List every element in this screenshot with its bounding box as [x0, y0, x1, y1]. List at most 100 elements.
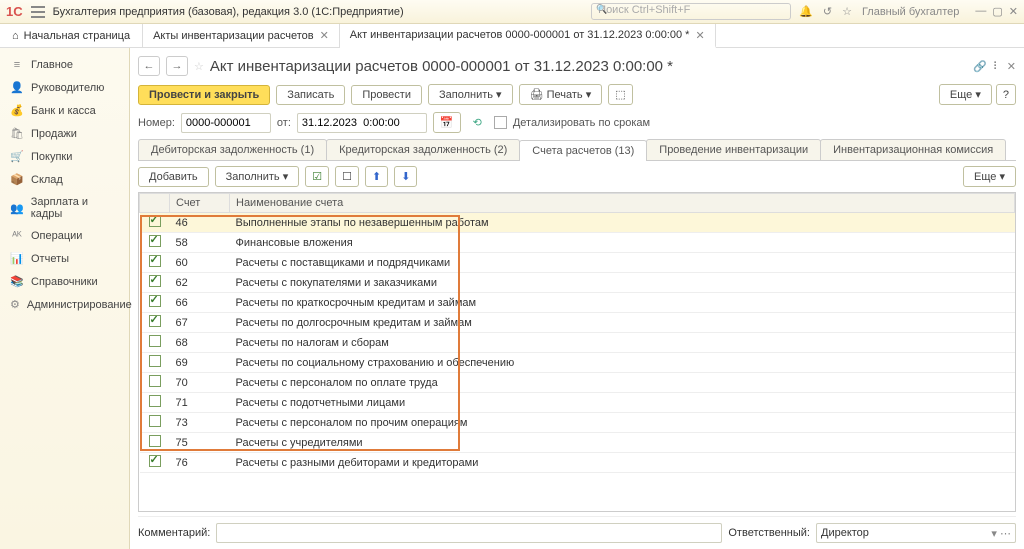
table-row[interactable]: 60 Расчеты с поставщиками и подрядчиками — [140, 253, 1015, 273]
calendar-icon[interactable]: 📅 — [433, 112, 461, 133]
inner-tab[interactable]: Проведение инвентаризации — [646, 139, 821, 160]
more-button[interactable]: Еще ▾ — [939, 84, 992, 105]
maximize-icon[interactable]: ▢ — [992, 5, 1002, 18]
row-checkbox[interactable] — [149, 375, 161, 387]
row-checkbox[interactable] — [149, 355, 161, 367]
detail-checkbox[interactable] — [494, 116, 507, 129]
table-row[interactable]: 76 Расчеты с разными дебиторами и кредит… — [140, 453, 1015, 473]
doc-tab[interactable]: Акты инвентаризации расчетов✕ — [143, 24, 340, 47]
extra-button[interactable]: ⬚ — [608, 84, 632, 105]
sidebar-icon: 📚 — [10, 275, 24, 288]
row-checkbox[interactable] — [149, 415, 161, 427]
table-row[interactable]: 62 Расчеты с покупателями и заказчиками — [140, 273, 1015, 293]
row-checkbox[interactable] — [149, 275, 161, 287]
table-row[interactable]: 69 Расчеты по социальному страхованию и … — [140, 353, 1015, 373]
row-checkbox[interactable] — [149, 235, 161, 247]
comment-label: Комментарий: — [138, 527, 210, 539]
print-button[interactable]: 🖨 Печать ▾ — [519, 84, 603, 105]
nav-back[interactable]: ← — [138, 56, 160, 76]
sidebar-item[interactable]: ≡Главное — [0, 54, 129, 76]
table-row[interactable]: 68 Расчеты по налогам и сборам — [140, 333, 1015, 353]
sidebar-icon: 💰 — [10, 104, 24, 117]
fav-icon[interactable]: ☆ — [194, 60, 204, 73]
close-tab-icon[interactable]: ✕ — [320, 29, 329, 42]
add-button[interactable]: Добавить — [138, 167, 209, 187]
star-icon[interactable]: ☆ — [842, 5, 852, 18]
fill-button[interactable]: Заполнить ▾ — [428, 84, 513, 105]
burger-icon[interactable] — [31, 6, 45, 18]
search-input[interactable]: Поиск Ctrl+Shift+F — [591, 3, 791, 20]
resp-select[interactable]: Директор ▾ ⋯ — [816, 523, 1016, 543]
minimize-icon[interactable]: — — [975, 5, 986, 18]
refresh-icon[interactable]: ⟲ — [467, 113, 488, 132]
table-row[interactable]: 73 Расчеты с персоналом по прочим операц… — [140, 413, 1015, 433]
sidebar-item[interactable]: 📚Справочники — [0, 270, 129, 293]
accounts-grid[interactable]: Счет Наименование счета 46 Выполненные э… — [138, 192, 1016, 512]
table-row[interactable]: 70 Расчеты с персоналом по оплате труда — [140, 373, 1015, 393]
bell-icon[interactable]: 🔔 — [799, 5, 813, 18]
table-row[interactable]: 67 Расчеты по долгосрочным кредитам и за… — [140, 313, 1015, 333]
history-icon[interactable]: ↺ — [823, 5, 832, 18]
home-icon: ⌂ — [12, 30, 19, 42]
sidebar-icon: 📦 — [10, 173, 24, 186]
number-label: Номер: — [138, 117, 175, 129]
home-tab[interactable]: ⌂ Начальная страница — [0, 24, 143, 47]
fill-rows-button[interactable]: Заполнить ▾ — [215, 166, 300, 187]
col-check[interactable] — [140, 194, 170, 213]
sidebar-icon: ≡ — [10, 59, 24, 71]
sidebar-item[interactable]: 📊Отчеты — [0, 247, 129, 270]
sidebar-icon: 👥 — [10, 202, 24, 215]
from-label: от: — [277, 117, 291, 129]
row-checkbox[interactable] — [149, 215, 161, 227]
close-icon[interactable]: ✕ — [1009, 5, 1018, 18]
row-checkbox[interactable] — [149, 255, 161, 267]
sidebar-item[interactable]: 👤Руководителю — [0, 76, 129, 99]
nav-fwd[interactable]: → — [166, 56, 188, 76]
table-row[interactable]: 75 Расчеты с учредителями — [140, 433, 1015, 453]
row-checkbox[interactable] — [149, 455, 161, 467]
col-name[interactable]: Наименование счета — [230, 194, 1015, 213]
row-checkbox[interactable] — [149, 435, 161, 447]
date-field[interactable] — [297, 113, 427, 133]
help-button[interactable]: ? — [996, 84, 1016, 105]
row-checkbox[interactable] — [149, 395, 161, 407]
close-tab-icon[interactable]: ✕ — [695, 29, 704, 42]
inner-tab[interactable]: Кредиторская задолженность (2) — [326, 139, 520, 160]
row-checkbox[interactable] — [149, 315, 161, 327]
row-checkbox[interactable] — [149, 295, 161, 307]
rows-more-button[interactable]: Еще ▾ — [963, 166, 1016, 187]
table-row[interactable]: 58 Финансовые вложения — [140, 233, 1015, 253]
save-button[interactable]: Записать — [276, 85, 345, 105]
uncheck-all[interactable]: ☐ — [335, 166, 359, 187]
comment-field[interactable] — [216, 523, 722, 543]
sidebar-icon: ᴬᴷ — [10, 230, 24, 242]
sidebar-item[interactable]: 🛍Продажи — [0, 122, 129, 145]
sidebar-item[interactable]: ᴬᴷОперации — [0, 225, 129, 247]
pin-icon[interactable]: ⠇ — [993, 60, 1001, 73]
user-label[interactable]: Главный бухгалтер — [862, 6, 959, 18]
link-icon[interactable]: 🔗 — [973, 60, 987, 73]
sidebar-item[interactable]: ⚙Администрирование — [0, 293, 129, 316]
table-row[interactable]: 71 Расчеты с подотчетными лицами — [140, 393, 1015, 413]
move-up[interactable]: ⬆ — [365, 166, 388, 187]
sidebar-item[interactable]: 👥Зарплата и кадры — [0, 191, 129, 225]
table-row[interactable]: 46 Выполненные этапы по незавершенным ра… — [140, 213, 1015, 233]
inner-tab[interactable]: Инвентаризационная комиссия — [820, 139, 1006, 160]
sidebar-item[interactable]: 📦Склад — [0, 168, 129, 191]
inner-tab[interactable]: Счета расчетов (13) — [519, 140, 647, 161]
post-close-button[interactable]: Провести и закрыть — [138, 85, 270, 105]
move-down[interactable]: ⬇ — [394, 166, 417, 187]
resp-label: Ответственный: — [728, 527, 810, 539]
table-row[interactable]: 66 Расчеты по краткосрочным кредитам и з… — [140, 293, 1015, 313]
close-doc[interactable]: ✕ — [1007, 60, 1016, 73]
sidebar-item[interactable]: 🛒Покупки — [0, 145, 129, 168]
check-all[interactable]: ☑ — [305, 166, 329, 187]
sidebar-item[interactable]: 💰Банк и касса — [0, 99, 129, 122]
post-button[interactable]: Провести — [351, 85, 422, 105]
inner-tab[interactable]: Дебиторская задолженность (1) — [138, 139, 327, 160]
sidebar-icon: ⚙ — [10, 298, 20, 311]
doc-tab[interactable]: Акт инвентаризации расчетов 0000-000001 … — [340, 24, 716, 48]
row-checkbox[interactable] — [149, 335, 161, 347]
col-acc[interactable]: Счет — [170, 194, 230, 213]
number-field[interactable] — [181, 113, 271, 133]
